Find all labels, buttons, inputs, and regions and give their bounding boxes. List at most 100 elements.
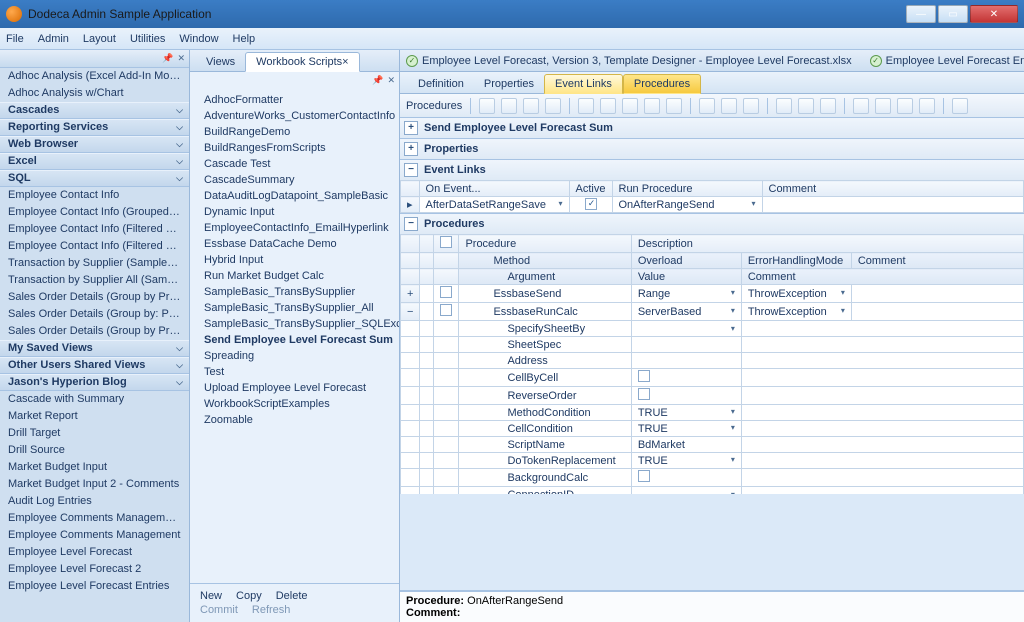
action-refresh[interactable]: Refresh (252, 604, 291, 616)
tool-icon[interactable] (875, 98, 891, 114)
nav-item[interactable]: Sales Order Details (Group by Produc... (0, 289, 189, 306)
nav-category[interactable]: Jason's Hyperion Blog⌵ (0, 374, 189, 391)
action-commit[interactable]: Commit (200, 604, 238, 616)
doc-tab[interactable]: ✓Employee Level Forecast, Version 3, Tem… (406, 55, 852, 67)
event-on[interactable]: AfterDataSetRangeSave▾ (419, 197, 569, 213)
arg-value[interactable]: ▾ (631, 487, 741, 495)
action-copy[interactable]: Copy (236, 590, 262, 602)
menu-file[interactable]: File (6, 33, 24, 45)
script-item[interactable]: CascadeSummary (190, 172, 399, 188)
arg-value[interactable]: ▾ (631, 321, 741, 337)
doc-tab[interactable]: ✓Employee Level Forecast Entries (870, 55, 1024, 67)
pin-icon[interactable]: 📌 (162, 53, 173, 64)
proc-comment[interactable] (851, 303, 1023, 321)
arg-value[interactable] (631, 353, 741, 369)
menu-layout[interactable]: Layout (83, 33, 116, 45)
tool-icon[interactable] (479, 98, 495, 114)
arg-comment[interactable] (741, 369, 1023, 387)
maximize-button[interactable]: ▭ (938, 5, 968, 23)
arg-value[interactable] (631, 369, 741, 387)
tool-icon[interactable] (743, 98, 759, 114)
arg-comment[interactable] (741, 387, 1023, 405)
script-item[interactable]: SampleBasic_TransBySupplier_SQLExcel (190, 316, 399, 332)
subtab-procedures[interactable]: Procedures (623, 74, 701, 94)
close-icon[interactable]: × (342, 56, 348, 68)
arg-value[interactable] (631, 469, 741, 487)
script-item[interactable]: Spreading (190, 348, 399, 364)
tool-icon[interactable] (919, 98, 935, 114)
tool-icon[interactable] (622, 98, 638, 114)
proc-check[interactable] (434, 303, 459, 321)
tool-icon[interactable] (523, 98, 539, 114)
tool-icon[interactable] (853, 98, 869, 114)
nav-item[interactable]: Employee Contact Info (Grouped by: J... (0, 204, 189, 221)
tool-icon[interactable] (501, 98, 517, 114)
arg-value[interactable]: TRUE▾ (631, 421, 741, 437)
close-button[interactable]: ✕ (970, 5, 1018, 23)
procedures-grid[interactable]: ProcedureDescription MethodOverloadError… (400, 234, 1024, 494)
nav-item[interactable]: Market Budget Input (0, 459, 189, 476)
arg-comment[interactable] (741, 469, 1023, 487)
nav-item[interactable]: Employee Level Forecast 2 (0, 561, 189, 578)
script-item[interactable]: Run Market Budget Calc (190, 268, 399, 284)
nav-item[interactable]: Audit Log Entries (0, 493, 189, 510)
arg-comment[interactable] (741, 487, 1023, 495)
expand-button[interactable]: + (404, 142, 418, 156)
menu-help[interactable]: Help (233, 33, 256, 45)
nav-item[interactable]: Sales Order Details (Group by: Produ... (0, 306, 189, 323)
nav-category[interactable]: Cascades⌵ (0, 102, 189, 119)
tool-icon[interactable] (545, 98, 561, 114)
menu-utilities[interactable]: Utilities (130, 33, 165, 45)
arg-comment[interactable] (741, 353, 1023, 369)
script-item[interactable]: Essbase DataCache Demo (190, 236, 399, 252)
arg-comment[interactable] (741, 453, 1023, 469)
nav-category[interactable]: Excel⌵ (0, 153, 189, 170)
tab-workbook-scripts[interactable]: Workbook Scripts× (245, 52, 359, 72)
nav-item[interactable]: Transaction by Supplier All (Sample B... (0, 272, 189, 289)
nav-category[interactable]: Reporting Services⌵ (0, 119, 189, 136)
nav-item[interactable]: Adhoc Analysis w/Chart (0, 85, 189, 102)
nav-item[interactable]: Market Report (0, 408, 189, 425)
tool-icon[interactable] (721, 98, 737, 114)
menu-admin[interactable]: Admin (38, 33, 69, 45)
nav-item[interactable]: Cascade with Summary (0, 391, 189, 408)
arg-value[interactable]: TRUE▾ (631, 405, 741, 421)
script-item[interactable]: AdhocFormatter (190, 92, 399, 108)
arg-comment[interactable] (741, 337, 1023, 353)
script-item[interactable]: EmployeeContactInfo_EmailHyperlink (190, 220, 399, 236)
script-item[interactable]: DataAuditLogDatapoint_SampleBasic (190, 188, 399, 204)
subtab-event-links[interactable]: Event Links (544, 74, 623, 94)
script-item[interactable]: Cascade Test (190, 156, 399, 172)
nav-item[interactable]: Employee Contact Info (Filtered by: La..… (0, 221, 189, 238)
nav-item[interactable]: Transaction by Supplier (Sample Basic) (0, 255, 189, 272)
tool-icon[interactable] (820, 98, 836, 114)
script-item[interactable]: Test (190, 364, 399, 380)
nav-item[interactable]: Market Budget Input 2 - Comments (0, 476, 189, 493)
script-item[interactable]: Hybrid Input (190, 252, 399, 268)
row-expander[interactable]: + (401, 285, 420, 303)
tool-icon[interactable] (578, 98, 594, 114)
script-item[interactable]: Zoomable (190, 412, 399, 428)
script-item[interactable]: Dynamic Input (190, 204, 399, 220)
proc-ehm[interactable]: ThrowException▾ (741, 285, 851, 303)
event-links-grid[interactable]: On Event...ActiveRun ProcedureComment ▸ … (400, 180, 1024, 213)
tool-icon[interactable] (666, 98, 682, 114)
nav-item[interactable]: Employee Comments Management (E... (0, 510, 189, 527)
nav-item[interactable]: Employee Level Forecast (0, 544, 189, 561)
script-item[interactable]: WorkbookScriptExamples (190, 396, 399, 412)
script-item[interactable]: SampleBasic_TransBySupplier_All (190, 300, 399, 316)
proc-ehm[interactable]: ThrowException▾ (741, 303, 851, 321)
tool-icon[interactable] (644, 98, 660, 114)
tool-icon[interactable] (699, 98, 715, 114)
arg-value[interactable]: TRUE▾ (631, 453, 741, 469)
tool-icon[interactable] (600, 98, 616, 114)
script-item[interactable]: BuildRangeDemo (190, 124, 399, 140)
close-icon[interactable]: ✕ (387, 75, 395, 86)
proc-method[interactable]: EssbaseSend (459, 285, 631, 303)
event-active[interactable] (569, 197, 612, 213)
nav-item[interactable]: Drill Target (0, 425, 189, 442)
nav-item[interactable]: Drill Source (0, 442, 189, 459)
script-item[interactable]: AdventureWorks_CustomerContactInfo (190, 108, 399, 124)
nav-item[interactable]: Employee Contact Info (Filtered by: La..… (0, 238, 189, 255)
arg-comment[interactable] (741, 405, 1023, 421)
